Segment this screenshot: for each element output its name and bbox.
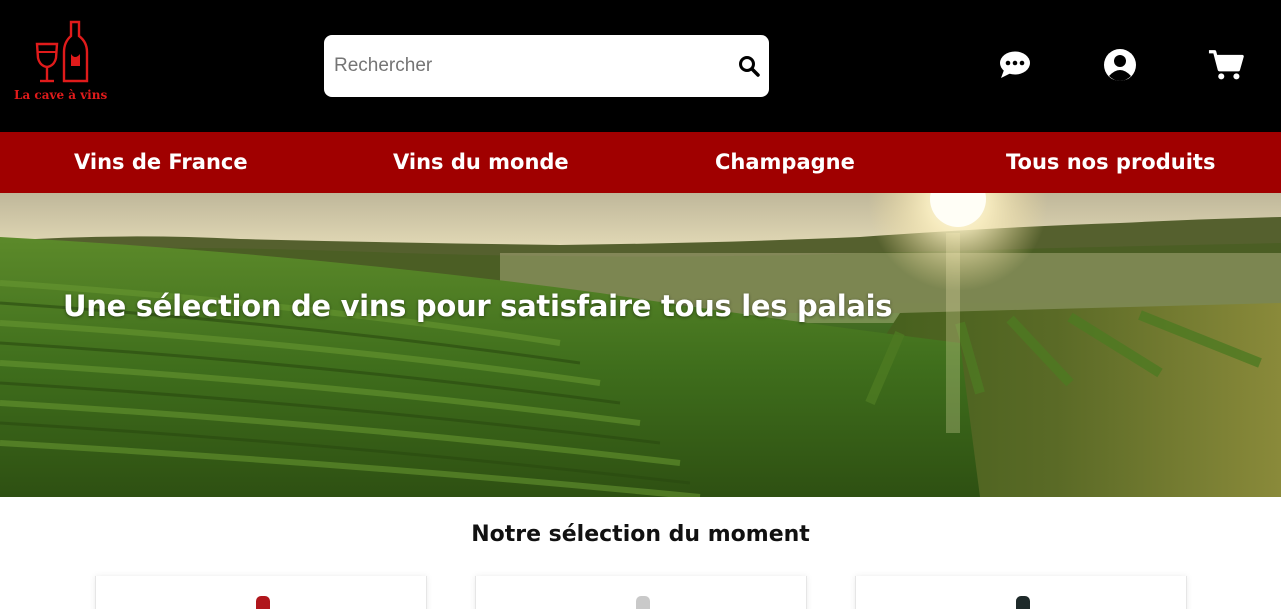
product-card[interactable] bbox=[95, 576, 427, 609]
wine-bottle-image bbox=[256, 596, 270, 609]
product-card[interactable] bbox=[855, 576, 1187, 609]
logo-text: La cave à vins bbox=[14, 88, 108, 102]
wine-bottle-image bbox=[1016, 596, 1030, 609]
nav-item-vins-de-france[interactable]: Vins de France bbox=[74, 132, 248, 193]
nav-item-vins-du-monde[interactable]: Vins du monde bbox=[393, 132, 569, 193]
vineyard-image bbox=[0, 193, 1281, 497]
section-title: Notre sélection du moment bbox=[471, 522, 810, 547]
cart-button[interactable] bbox=[1208, 47, 1244, 83]
nav-item-tous-nos-produits[interactable]: Tous nos produits bbox=[1006, 132, 1215, 193]
wine-logo-icon bbox=[35, 20, 89, 83]
nav-item-champagne[interactable]: Champagne bbox=[715, 132, 855, 193]
search-box bbox=[324, 35, 769, 97]
account-button[interactable] bbox=[1102, 47, 1138, 83]
chat-icon bbox=[1000, 51, 1030, 78]
hero-title: Une sélection de vins pour satisfaire to… bbox=[63, 289, 893, 323]
main-nav: Vins de France Vins du monde Champagne T… bbox=[0, 132, 1281, 193]
wine-bottle-image bbox=[636, 596, 650, 609]
site-header: La cave à vins bbox=[0, 0, 1281, 132]
chat-button[interactable] bbox=[997, 47, 1033, 83]
hero-banner: Une sélection de vins pour satisfaire to… bbox=[0, 193, 1281, 497]
product-card[interactable] bbox=[475, 576, 807, 609]
search-icon bbox=[739, 56, 760, 77]
search-button[interactable] bbox=[735, 52, 763, 80]
logo[interactable]: La cave à vins bbox=[14, 20, 114, 106]
search-input[interactable] bbox=[334, 45, 724, 87]
cart-icon bbox=[1208, 50, 1244, 80]
user-icon bbox=[1104, 49, 1136, 81]
